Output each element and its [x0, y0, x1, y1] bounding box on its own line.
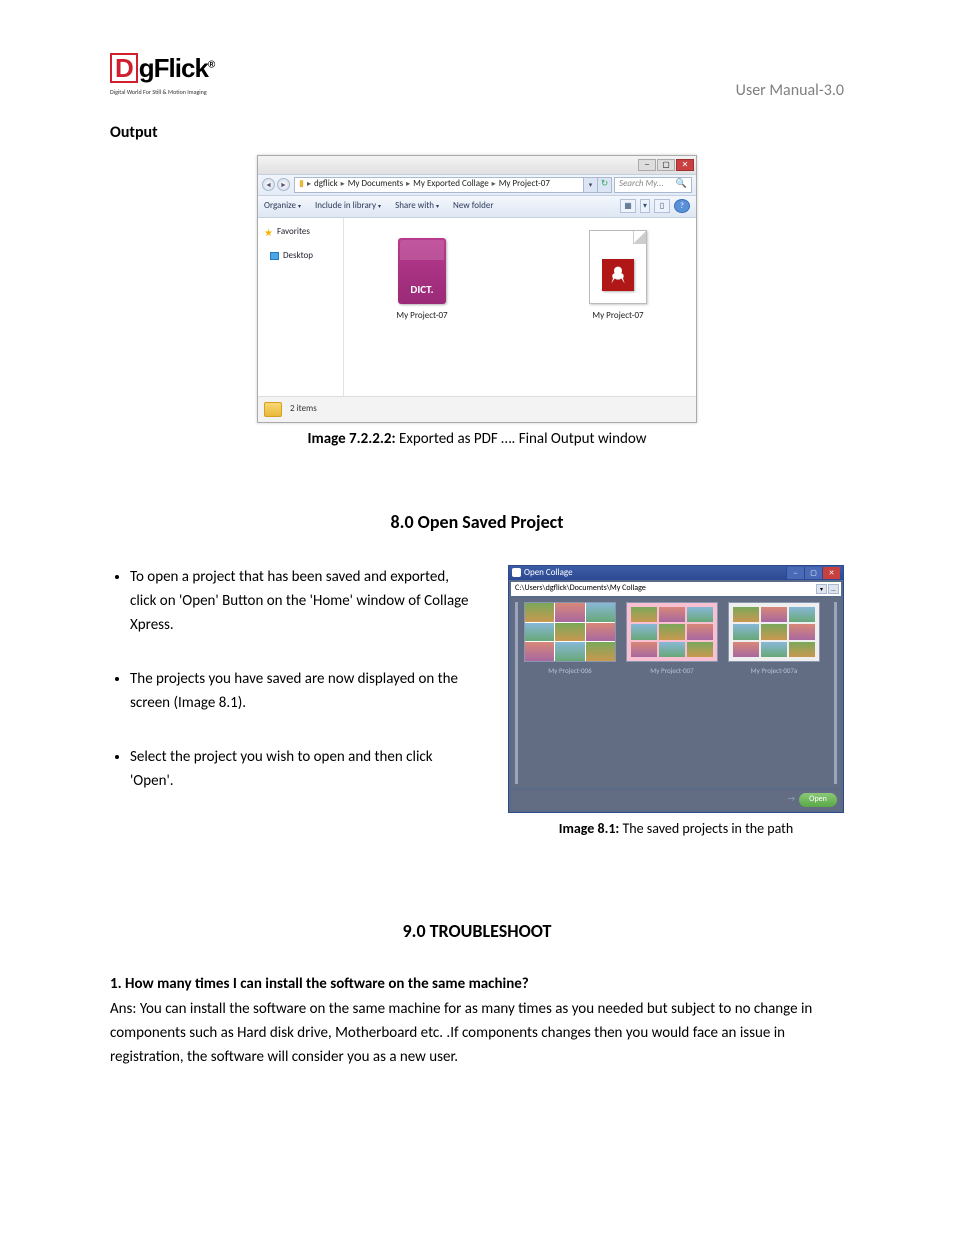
heading-open-saved-project: 8.0 Open Saved Project	[110, 510, 844, 535]
bullet-1: The projects you have saved are now disp…	[130, 667, 478, 715]
logo-main: DgFlick®	[110, 50, 214, 86]
sidebar-desktop[interactable]: Desktop	[268, 248, 339, 265]
status-count: 2 items	[290, 403, 317, 416]
breadcrumb[interactable]: ▮ ▸ dgflick▸ My Documents▸ My Exported C…	[294, 177, 584, 193]
bullet-list: To open a project that has been saved an…	[110, 565, 478, 839]
oc-path-dropdown[interactable]: ▾	[816, 584, 827, 594]
two-column-layout: To open a project that has been saved an…	[110, 565, 844, 839]
oc-title: Open Collage	[524, 567, 573, 580]
help-button[interactable]: ?	[674, 199, 690, 213]
caption-rest: Exported as PDF …. Final Output window	[396, 430, 647, 448]
oc-body: My Project-006 My Project-007	[511, 598, 841, 788]
explorer-sidebar: ★Favorites Desktop	[258, 218, 344, 396]
crumb-1[interactable]: My Documents	[348, 178, 403, 191]
oc-browse-button[interactable]: …	[828, 584, 839, 594]
caption-image-81: Image 8.1: The saved projects in the pat…	[508, 819, 844, 839]
file-item-pdf[interactable]: My Project-07	[550, 226, 686, 388]
organize-menu[interactable]: Organize ▾	[264, 200, 301, 213]
page-header: DgFlick® Digital World For Still & Motio…	[110, 50, 844, 102]
adobe-pdf-icon	[602, 259, 634, 291]
oc-minimize-button[interactable]: ─	[786, 567, 804, 579]
oc-scrollbar-right[interactable]	[834, 602, 837, 784]
section-output-title: Output	[110, 122, 844, 144]
explorer-files: DICT. My Project-07 My Project-07	[344, 218, 696, 396]
pdf-file-icon	[589, 226, 647, 304]
oc-thumb-label-0: My Project-006	[548, 666, 591, 676]
address-dropdown[interactable]: ▾	[584, 177, 598, 193]
caption-bold: Image 7.2.2.2:	[308, 430, 396, 448]
view-mode-button[interactable]: ▦	[620, 199, 636, 213]
star-icon: ★	[264, 226, 273, 240]
close-button[interactable]: ✕	[676, 159, 694, 171]
oc-path-input[interactable]: C:\Users\dgflick\Documents\My Collage ▾ …	[511, 582, 841, 596]
dict-folder-icon: DICT.	[393, 226, 451, 304]
nav-arrows: ◄ ►	[262, 177, 290, 193]
new-folder-button[interactable]: New folder	[453, 200, 493, 213]
explorer-addressbar: ◄ ► ▮ ▸ dgflick▸ My Documents▸ My Export…	[258, 174, 696, 196]
explorer-body: ★Favorites Desktop DICT. My Project-07	[258, 218, 696, 396]
open-button[interactable]: Open	[799, 793, 837, 807]
heading-troubleshoot: 9.0 TROUBLESHOOT	[110, 919, 844, 944]
oc-thumb-label-2: My Project-007a	[751, 666, 798, 676]
explorer-window: ─ ▢ ✕ ◄ ► ▮ ▸ dgflick▸ My Documents▸ My …	[257, 155, 697, 423]
crumb-0[interactable]: dgflick	[314, 178, 338, 191]
view-dropdown[interactable]: ▾	[640, 199, 650, 213]
crumb-2[interactable]: My Exported Collage	[413, 178, 489, 191]
sidebar-favorites[interactable]: ★Favorites	[262, 224, 339, 242]
oc-app-icon	[512, 568, 521, 577]
caption-image-7222: Image 7.2.2.2: Exported as PDF …. Final …	[110, 429, 844, 450]
explorer-titlebar: ─ ▢ ✕	[258, 156, 696, 174]
preview-pane-button[interactable]: ▯	[654, 199, 670, 213]
crumb-3[interactable]: My Project-07	[499, 178, 550, 191]
explorer-toolbar: Organize ▾ Include in library ▾ Share wi…	[258, 196, 696, 218]
bullet-0: To open a project that has been saved an…	[130, 565, 478, 637]
collage-thumb-icon	[728, 602, 820, 662]
file-item-dict[interactable]: DICT. My Project-07	[354, 226, 490, 388]
maximize-button[interactable]: ▢	[657, 159, 675, 171]
nav-back-button[interactable]: ◄	[262, 178, 275, 191]
collage-thumb-icon	[524, 602, 616, 662]
oc-path-text: C:\Users\dgflick\Documents\My Collage	[515, 583, 646, 594]
caption2-rest: The saved projects in the path	[619, 820, 793, 837]
right-panel: Open Collage ─ ▢ ✕ C:\Users\dgflick\Docu…	[508, 565, 844, 839]
oc-thumb-label-1: My Project-007	[650, 666, 693, 676]
search-placeholder: Search My...	[619, 178, 664, 191]
open-collage-window: Open Collage ─ ▢ ✕ C:\Users\dgflick\Docu…	[508, 565, 844, 813]
oc-thumbnail-grid: My Project-006 My Project-007	[524, 602, 820, 784]
include-library-menu[interactable]: Include in library ▾	[315, 200, 381, 213]
faq-answer: Ans: You can install the software on the…	[110, 997, 844, 1069]
header-doc-title: User Manual-3.0	[736, 80, 844, 102]
file-label-1: My Project-07	[592, 310, 643, 323]
minimize-button[interactable]: ─	[638, 159, 656, 171]
nav-forward-button[interactable]: ►	[277, 178, 290, 191]
arrow-right-icon: →	[788, 794, 795, 805]
logo-subtitle: Digital World For Still & Motion Imaging	[110, 88, 214, 96]
folder-icon	[264, 402, 282, 417]
explorer-statusbar: 2 items	[258, 396, 696, 422]
oc-thumb-2[interactable]: My Project-007a	[728, 602, 820, 676]
oc-maximize-button[interactable]: ▢	[804, 567, 822, 579]
bullet-2: Select the project you wish to open and …	[130, 745, 478, 793]
search-input[interactable]: Search My... 🔍	[614, 177, 692, 193]
desktop-icon	[270, 252, 279, 260]
faq-question: 1. How many times I can install the soft…	[110, 974, 844, 995]
share-with-menu[interactable]: Share with ▾	[395, 200, 439, 213]
logo-letter: D	[110, 53, 138, 83]
oc-thumb-0[interactable]: My Project-006	[524, 602, 616, 676]
logo-text: gFlick	[139, 53, 208, 83]
oc-scrollbar-left[interactable]	[515, 602, 518, 784]
caption2-bold: Image 8.1:	[559, 820, 620, 837]
oc-titlebar: Open Collage ─ ▢ ✕	[509, 566, 843, 580]
collage-thumb-icon	[626, 602, 718, 662]
logo: DgFlick® Digital World For Still & Motio…	[110, 50, 214, 97]
oc-close-button[interactable]: ✕	[822, 567, 840, 579]
refresh-button[interactable]: ↻	[598, 177, 612, 193]
oc-thumb-1[interactable]: My Project-007	[626, 602, 718, 676]
oc-bottom-bar: → Open	[511, 790, 841, 810]
file-label-0: My Project-07	[396, 310, 447, 323]
search-icon: 🔍	[676, 178, 687, 191]
